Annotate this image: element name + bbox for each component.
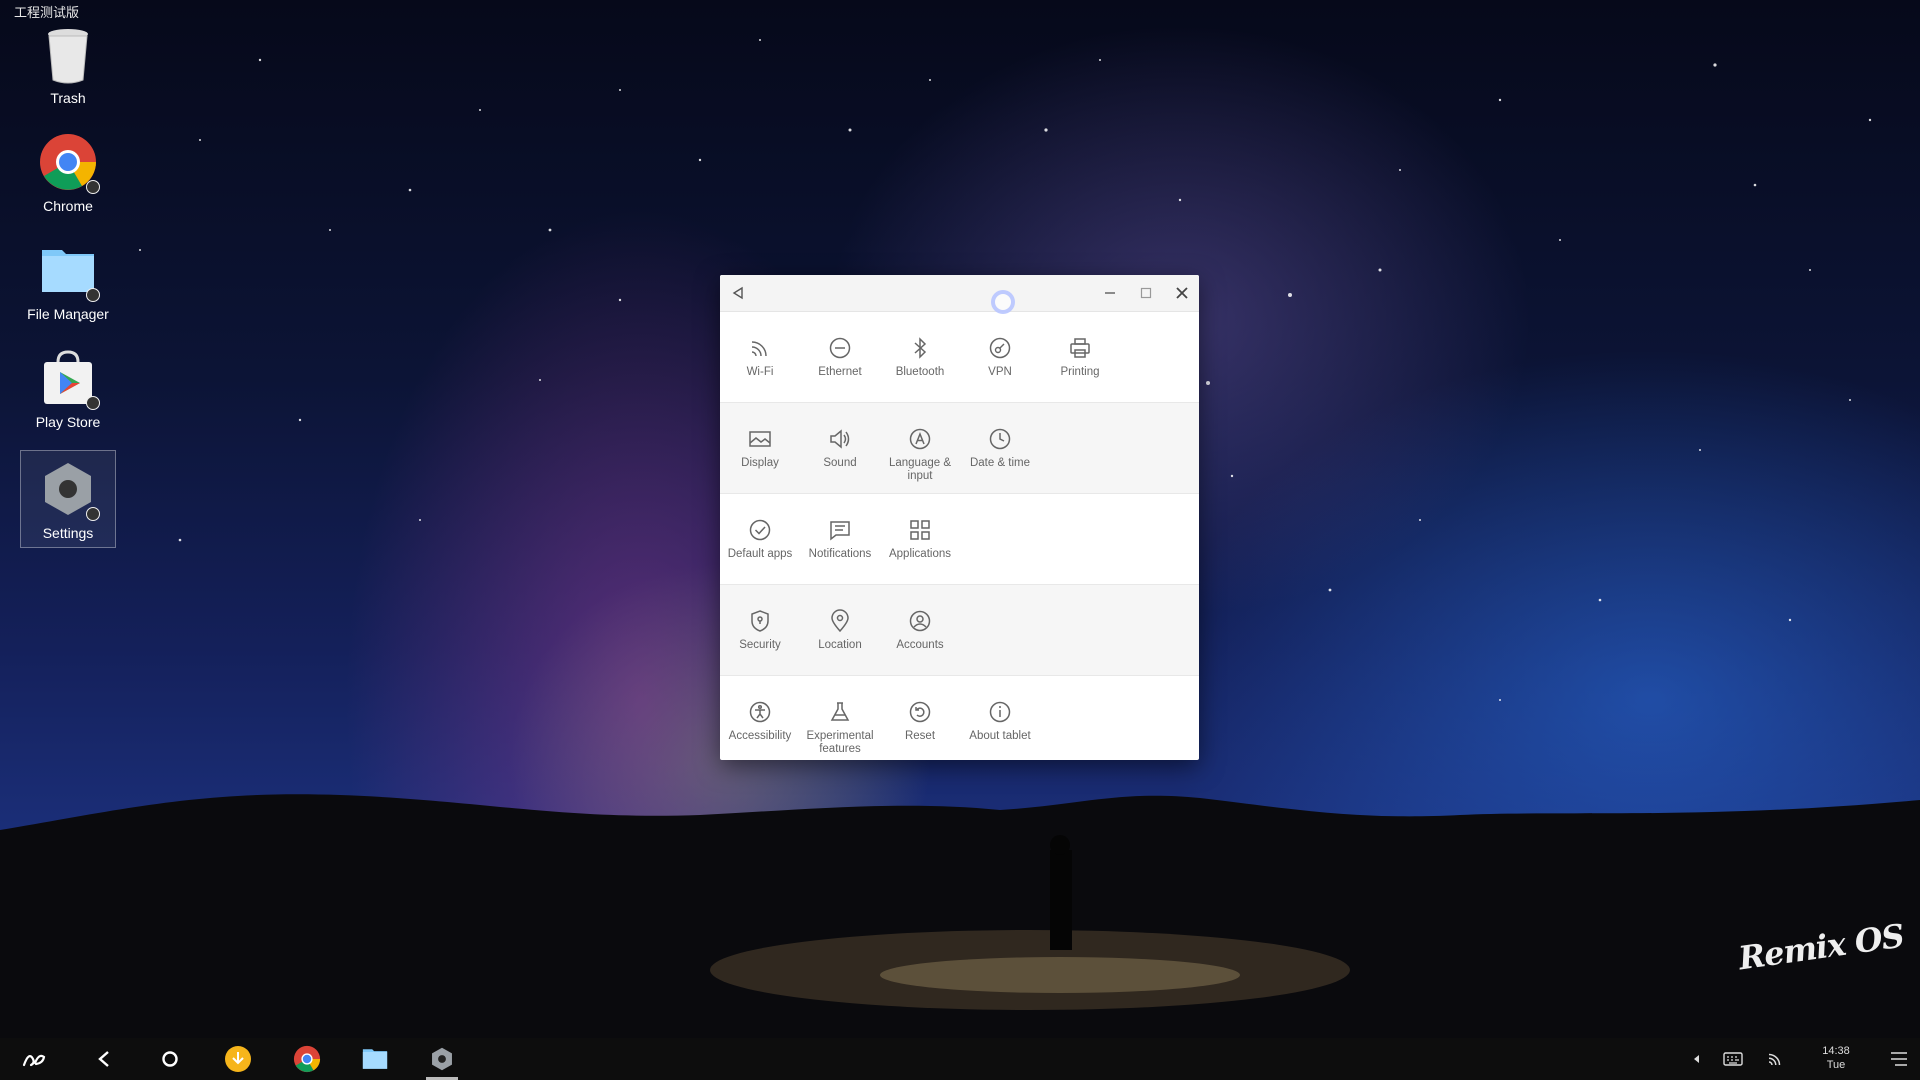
settings-hex-icon xyxy=(432,1047,452,1071)
location-pin-icon xyxy=(831,609,849,633)
speaker-icon xyxy=(830,429,850,449)
settings-hex-icon xyxy=(38,459,100,521)
wifi-icon xyxy=(1768,1053,1781,1066)
remix-logo-icon xyxy=(22,1054,46,1067)
settings-section-system: Accessibility Experimental features Rese… xyxy=(720,676,1199,760)
account-icon xyxy=(909,610,931,632)
trash-icon xyxy=(38,24,98,84)
notification-icon xyxy=(830,521,850,541)
network-status-button[interactable] xyxy=(1760,1038,1790,1080)
back-icon[interactable] xyxy=(726,281,750,305)
flask-icon xyxy=(830,702,850,721)
tile-date-time[interactable]: Date & time xyxy=(960,403,1040,493)
tile-location[interactable]: Location xyxy=(800,585,880,675)
shortcut-arrow-icon xyxy=(86,396,100,410)
taskbar-app-settings[interactable] xyxy=(422,1038,462,1080)
reset-icon xyxy=(909,701,931,723)
tray-expand-button[interactable] xyxy=(1686,1038,1706,1080)
window-titlebar[interactable] xyxy=(720,275,1199,312)
clock-icon xyxy=(989,428,1011,450)
taskbar: 14:38 Tue xyxy=(0,1038,1920,1080)
desktop-icon-settings[interactable]: Settings xyxy=(20,450,116,548)
tile-about-tablet[interactable]: About tablet xyxy=(960,676,1040,760)
tile-accessibility[interactable]: Accessibility xyxy=(720,676,800,760)
tile-wifi[interactable]: Wi-Fi xyxy=(720,312,800,402)
ethernet-icon xyxy=(829,337,851,359)
accessibility-icon xyxy=(749,701,771,723)
check-circle-icon xyxy=(749,519,771,541)
shortcut-arrow-icon xyxy=(86,180,100,194)
vpn-icon xyxy=(989,337,1011,359)
maximize-button[interactable] xyxy=(1134,281,1158,305)
keyboard-icon xyxy=(1723,1052,1743,1066)
display-icon xyxy=(749,431,771,447)
tile-reset[interactable]: Reset xyxy=(880,676,960,760)
desktop-icon-trash[interactable]: Trash xyxy=(20,24,116,106)
desktop-icon-label: Settings xyxy=(42,525,94,541)
clock-day: Tue xyxy=(1826,1059,1846,1071)
menu-lines-icon xyxy=(1891,1052,1907,1066)
tile-accounts[interactable]: Accounts xyxy=(880,585,960,675)
shortcut-arrow-icon xyxy=(86,507,100,521)
desktop-icon-chrome[interactable]: Chrome xyxy=(20,132,116,214)
taskbar-app-download[interactable] xyxy=(218,1038,258,1080)
chrome-icon xyxy=(38,132,100,194)
play-store-icon xyxy=(38,348,100,410)
tile-language-input[interactable]: Language & input xyxy=(880,403,960,493)
start-menu-button[interactable] xyxy=(14,1038,54,1080)
tile-experimental-features[interactable]: Experimental features xyxy=(800,676,880,760)
keyboard-button[interactable] xyxy=(1718,1038,1748,1080)
shield-icon xyxy=(751,610,769,632)
back-button[interactable] xyxy=(84,1038,124,1080)
desktop-icon-label: Play Store xyxy=(35,414,101,430)
tile-applications[interactable]: Applications xyxy=(880,494,960,584)
home-button[interactable] xyxy=(150,1038,190,1080)
tile-bluetooth[interactable]: Bluetooth xyxy=(880,312,960,402)
tile-printing[interactable]: Printing xyxy=(1040,312,1120,402)
folder-icon xyxy=(362,1049,388,1069)
settings-section-device: Display Sound Language & input Date & ti… xyxy=(720,403,1199,494)
chrome-icon xyxy=(293,1045,321,1073)
tile-vpn[interactable]: VPN xyxy=(960,312,1040,402)
desktop-icon-play-store[interactable]: Play Store xyxy=(20,348,116,430)
desktop-icon-label: Chrome xyxy=(43,198,93,214)
build-label: 工程测试版 xyxy=(14,5,80,20)
wifi-icon xyxy=(751,341,767,357)
taskbar-app-chrome[interactable] xyxy=(287,1038,327,1080)
home-circle-icon xyxy=(162,1051,178,1067)
touch-cursor xyxy=(991,290,1015,314)
tile-notifications[interactable]: Notifications xyxy=(800,494,880,584)
tile-sound[interactable]: Sound xyxy=(800,403,880,493)
printer-icon xyxy=(1070,338,1090,358)
settings-window: Wi-Fi Ethernet Bluetooth VPN Printing Di… xyxy=(720,275,1199,760)
download-icon xyxy=(225,1046,251,1072)
info-icon xyxy=(989,701,1011,723)
shortcut-arrow-icon xyxy=(86,288,100,302)
bluetooth-icon xyxy=(914,337,927,359)
folder-icon xyxy=(38,240,100,302)
desktop-icon-file-manager[interactable]: File Manager xyxy=(20,240,116,322)
back-arrow-icon xyxy=(98,1051,109,1067)
taskbar-clock[interactable]: 14:38 Tue xyxy=(1808,1044,1864,1072)
desktop-icon-label: File Manager xyxy=(27,306,109,322)
close-button[interactable] xyxy=(1170,281,1194,305)
clock-time: 14:38 xyxy=(1822,1045,1850,1057)
settings-section-network: Wi-Fi Ethernet Bluetooth VPN Printing xyxy=(720,312,1199,403)
tile-default-apps[interactable]: Default apps xyxy=(720,494,800,584)
caret-left-icon xyxy=(1694,1055,1699,1063)
tile-security[interactable]: Security xyxy=(720,585,800,675)
apps-grid-icon xyxy=(910,520,930,540)
settings-section-apps: Default apps Notifications Applications xyxy=(720,494,1199,585)
language-icon xyxy=(909,428,931,450)
notification-center-button[interactable] xyxy=(1884,1038,1914,1080)
tile-display[interactable]: Display xyxy=(720,403,800,493)
taskbar-app-file-manager[interactable] xyxy=(355,1038,395,1080)
minimize-button[interactable] xyxy=(1098,281,1122,305)
tile-ethernet[interactable]: Ethernet xyxy=(800,312,880,402)
settings-section-personal: Security Location Accounts xyxy=(720,585,1199,676)
landscape xyxy=(0,794,1920,1040)
desktop-icon-label: Trash xyxy=(50,90,86,106)
